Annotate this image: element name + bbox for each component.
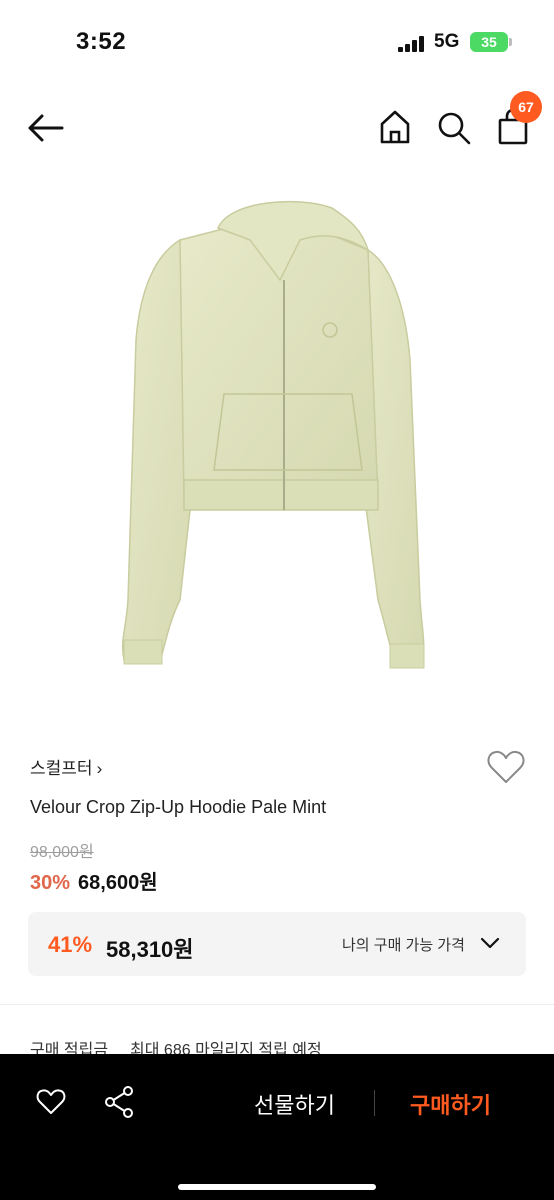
share-icon[interactable] <box>104 1086 134 1118</box>
battery-tip <box>509 38 512 46</box>
home-icon[interactable] <box>378 108 412 146</box>
arrow-left-icon[interactable] <box>26 110 66 146</box>
heart-outline-icon[interactable] <box>486 748 526 786</box>
search-icon[interactable] <box>436 108 472 146</box>
brand-link[interactable]: 스컬프터 › <box>30 754 102 779</box>
chevron-down-icon[interactable] <box>480 936 500 950</box>
bottom-action-bar: 선물하기 구매하기 <box>0 1054 554 1200</box>
battery-icon: 35 <box>470 32 508 52</box>
signal-icon <box>398 36 424 52</box>
network-label: 5G <box>434 31 460 52</box>
chevron-right-icon: › <box>96 759 103 778</box>
brand-name: 스컬프터 <box>30 759 93 778</box>
member-price-cta[interactable]: 나의 구매 가능 가격 <box>342 934 465 955</box>
member-price: 58,310원 <box>106 937 194 962</box>
member-discount-rate: 41% <box>48 932 93 957</box>
separator <box>374 1090 375 1116</box>
status-time: 3:52 <box>76 28 127 55</box>
home-indicator <box>178 1184 376 1190</box>
cart-badge: 67 <box>510 91 542 123</box>
original-price: 98,000원 <box>30 844 94 861</box>
gift-button[interactable]: 선물하기 <box>254 1088 335 1120</box>
sale-price-row: 30% 68,600원 <box>30 866 158 895</box>
buy-button[interactable]: 구매하기 <box>410 1088 491 1120</box>
product-image[interactable] <box>100 200 460 680</box>
sale-price: 68,600원 <box>78 872 158 894</box>
discount-rate: 30% <box>30 872 71 894</box>
heart-outline-icon[interactable] <box>36 1088 66 1116</box>
divider <box>0 1004 554 1005</box>
product-name: Velour Crop Zip-Up Hoodie Pale Mint <box>30 797 327 817</box>
status-bar: 3:52 5G 35 <box>0 0 554 80</box>
member-price-box[interactable]: 41% 58,310원 나의 구매 가능 가격 <box>28 912 526 976</box>
top-nav <box>0 90 554 170</box>
